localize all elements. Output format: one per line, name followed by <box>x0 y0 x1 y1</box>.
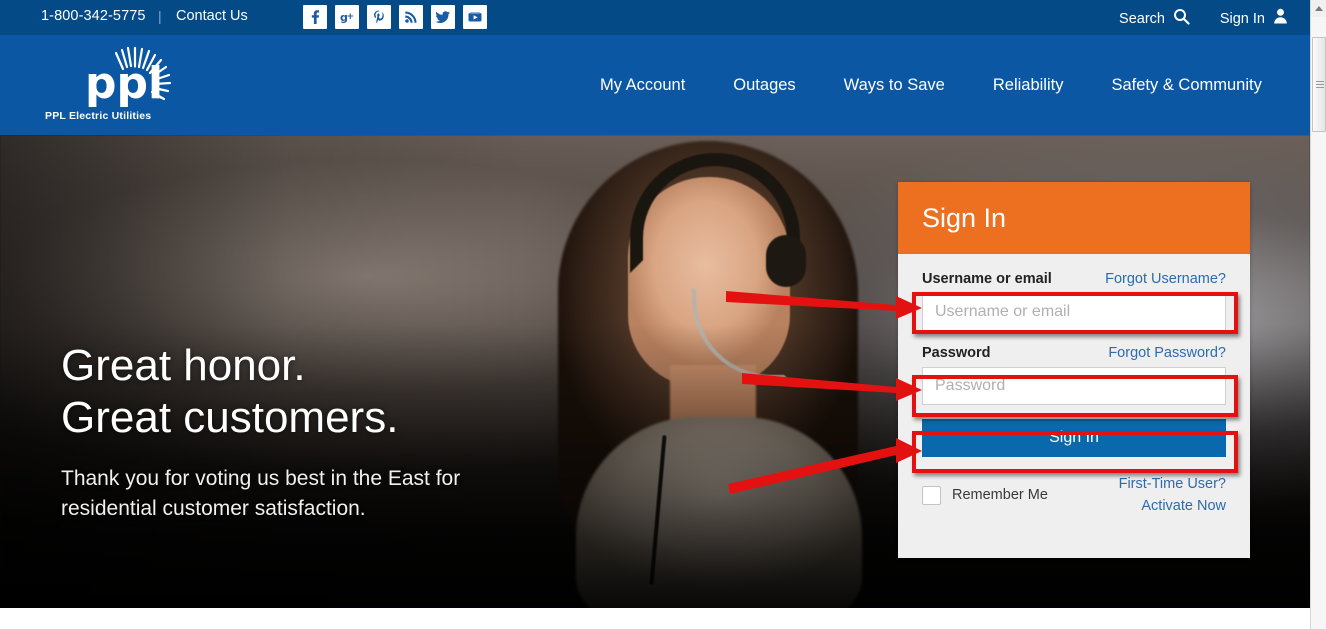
twitter-icon[interactable] <box>431 5 455 29</box>
nav-item-outages[interactable]: Outages <box>733 76 795 95</box>
pinterest-icon[interactable] <box>367 5 391 29</box>
social-links: g + <box>303 5 487 29</box>
svg-text:™: ™ <box>157 96 164 104</box>
activate-now-link[interactable]: Activate Now <box>1119 495 1226 517</box>
scrollbar-thumb[interactable] <box>1312 37 1326 132</box>
scrollbar-grip-icon <box>1316 81 1324 88</box>
password-input[interactable] <box>922 367 1226 405</box>
hero-subtext-line1: Thank you for voting us best in the East… <box>61 467 461 490</box>
search-label: Search <box>1119 11 1165 27</box>
topbar-signin-label: Sign In <box>1219 10 1265 27</box>
search-icon <box>1173 8 1190 30</box>
search-button[interactable]: Search <box>1119 8 1190 30</box>
google-plus-icon[interactable]: g + <box>335 5 359 29</box>
nav-item-ways-to-save[interactable]: Ways to Save <box>844 76 945 95</box>
phone-number[interactable]: 1-800-342-5775 <box>41 8 146 24</box>
nav-items: My Account Outages Ways to Save Reliabil… <box>600 35 1262 135</box>
svg-text:ppl: ppl <box>85 58 163 108</box>
page-viewport: 1-800-342-5775 | Contact Us g + Search S… <box>0 0 1310 629</box>
hero-copy: Great honor. Great customers. Thank you … <box>61 340 581 524</box>
hero-subtext-line2: residential customer satisfaction. <box>61 497 366 520</box>
browser-scrollbar[interactable] <box>1310 0 1326 629</box>
signin-panel-header: Sign In <box>898 182 1250 254</box>
signin-panel-title: Sign In <box>922 202 1007 233</box>
nav-item-reliability[interactable]: Reliability <box>993 76 1064 95</box>
username-label: Username or email <box>922 271 1052 287</box>
remember-me-label: Remember Me <box>952 487 1048 503</box>
topbar-signin-button[interactable]: Sign In <box>1220 8 1288 29</box>
username-input[interactable] <box>922 293 1226 331</box>
svg-text:+: + <box>347 12 355 22</box>
scrollbar-track[interactable] <box>1311 17 1326 629</box>
ppl-logo-mark: ppl ™ <box>85 46 180 109</box>
signin-panel-body: Username or email Forgot Username? Passw… <box>898 254 1250 517</box>
signin-panel: Sign In Username or email Forgot Usernam… <box>898 182 1250 558</box>
password-label: Password <box>922 345 991 361</box>
first-time-user-link[interactable]: First-Time User? <box>1119 473 1226 495</box>
utility-top-bar: 1-800-342-5775 | Contact Us g + Search S… <box>0 0 1310 35</box>
forgot-password-link[interactable]: Forgot Password? <box>1108 345 1226 361</box>
hero-headline-line2: Great customers. <box>61 393 399 442</box>
facebook-icon[interactable] <box>303 5 327 29</box>
ppl-logo[interactable]: ppl ™ PPL Electric Utilities <box>40 46 220 126</box>
ppl-logo-tagline: PPL Electric Utilities <box>45 110 152 122</box>
chevron-up-icon <box>1315 6 1323 11</box>
nav-item-my-account[interactable]: My Account <box>600 76 685 95</box>
main-navigation-bar: ppl ™ PPL Electric Utilities My Account … <box>0 35 1310 135</box>
topbar-separator: | <box>158 8 162 24</box>
signin-submit-button[interactable]: Sign In <box>922 419 1226 457</box>
rss-icon[interactable] <box>399 5 423 29</box>
remember-me-checkbox[interactable] <box>922 485 941 505</box>
user-icon <box>1273 8 1288 29</box>
youtube-icon[interactable] <box>463 5 487 29</box>
browser-page: 1-800-342-5775 | Contact Us g + Search S… <box>0 0 1326 629</box>
activate-account-block: First-Time User? Activate Now <box>1119 473 1226 517</box>
hero-headline-line1: Great honor. <box>61 341 306 390</box>
remember-me-toggle[interactable]: Remember Me <box>922 473 1048 517</box>
scrollbar-up-arrow[interactable] <box>1311 0 1326 17</box>
contact-us-link[interactable]: Contact Us <box>176 8 248 24</box>
forgot-username-link[interactable]: Forgot Username? <box>1105 271 1226 287</box>
nav-item-safety-community[interactable]: Safety & Community <box>1111 76 1261 95</box>
